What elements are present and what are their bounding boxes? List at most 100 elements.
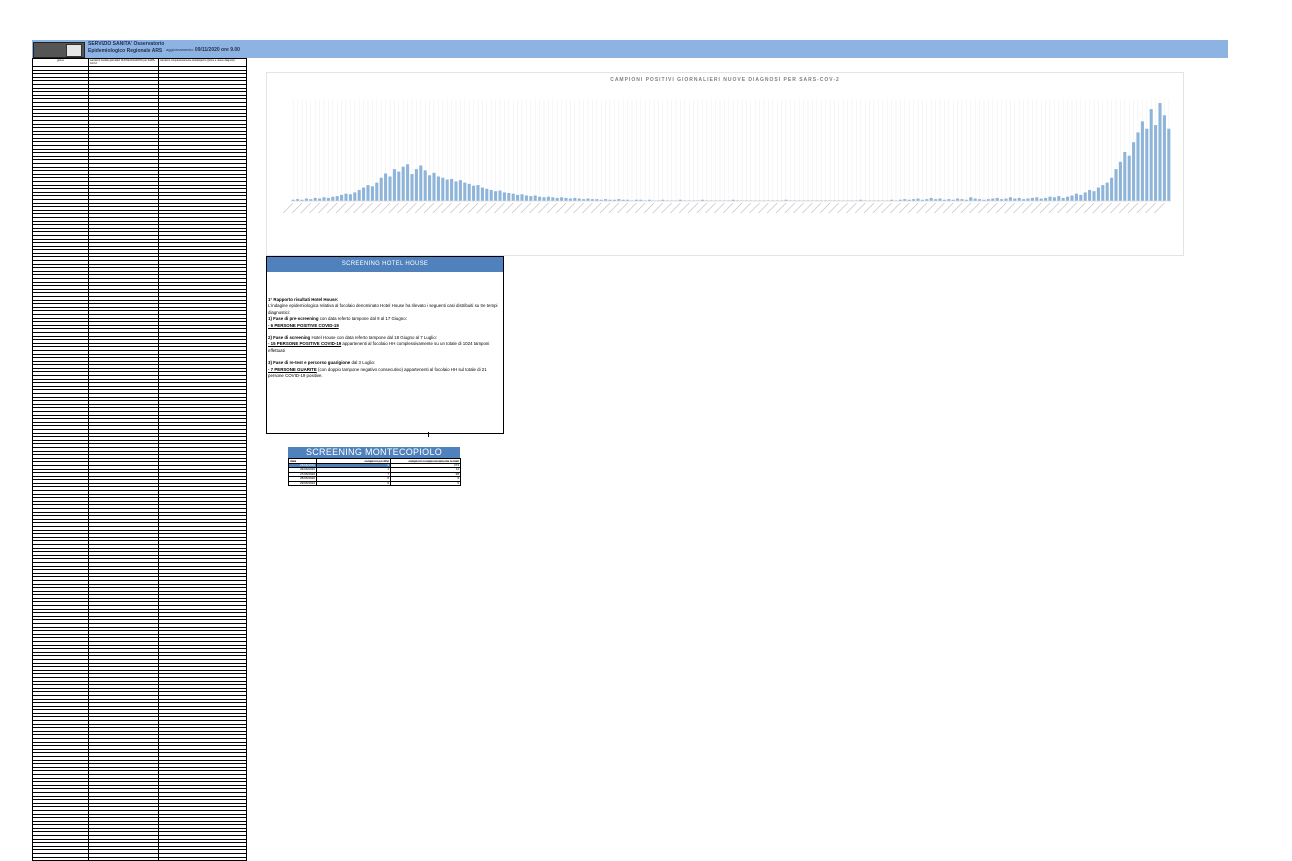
chart-bar [489,189,493,201]
chart-bar [929,197,933,201]
x-tick-label [573,202,584,214]
x-tick-label [1110,202,1121,214]
chart-bar [335,196,339,201]
x-tick-label [802,202,813,214]
chart-bar [414,169,418,201]
chart-bar [1035,197,1039,201]
phase-2-label: 2) Fase di screening [268,335,311,341]
chart-bar [445,179,449,201]
x-tick-label [1154,202,1165,214]
chart-bar [1149,109,1153,202]
x-tick-label [837,202,848,214]
chart-bar [542,197,546,201]
chart-bar [1052,197,1056,201]
chart-bar [436,176,440,201]
x-tick-label [370,202,382,214]
chart-bar [476,185,480,202]
chart-bar [520,194,524,201]
daily-table-header: giorno campioni risultati giornalieri NU… [32,58,247,67]
chart-bar [392,169,396,201]
montecopiolo-header: SCREENING MONTECOPIOLO [288,447,460,458]
hotel-house-report: 1° Rapporto risultati Hotel House: L'ind… [268,297,500,379]
chart-bar [529,196,533,201]
x-tick-label [326,202,338,214]
x-tick-label [1013,202,1024,214]
chart-bar [419,165,423,201]
chart-bar [1110,177,1114,201]
x-tick-label [318,202,329,214]
x-tick-label [1022,202,1033,214]
chart-bar [555,197,559,201]
chart-panel: CAMPIONI POSITIVI GIORNALIERI NUOVE DIAG… [266,72,1184,256]
x-tick-label [705,202,716,214]
chart-bar [1101,185,1105,202]
x-tick-label [1066,202,1077,214]
x-tick-label [863,202,875,214]
x-tick-label [749,202,760,214]
chart-bar [485,188,489,201]
chart-bar [388,176,392,201]
chart-bar [1145,128,1149,201]
x-tick-label [1039,202,1051,214]
col-date-header: giorno [32,58,89,67]
x-tick-label [687,202,699,214]
chart-bar [546,196,550,201]
chart-bar [573,197,577,201]
x-tick-label [309,202,320,214]
hotel-house-header: SCREENING HOTEL HOUSE [267,257,503,272]
x-tick-label [766,202,778,214]
x-tick-label [907,202,919,214]
x-tick-label [661,202,672,214]
chart-bar [564,197,568,201]
chart-bar [1008,197,1012,201]
report-title: 1° Rapporto risultati Hotel House: [268,297,339,302]
chart-bar [1154,125,1158,201]
chart-bar [384,173,388,201]
x-tick-label [890,202,901,214]
chart-bar [450,178,454,201]
mt-cell-tested: 5 [390,480,461,487]
chart-bar [1079,194,1083,202]
chart-bar [502,192,506,201]
x-tick-label [406,202,417,214]
phase-3-label: 3) Fase di re-test e percorso guarigione [268,360,351,366]
chart-bar [326,197,330,201]
x-tick-label [986,202,998,214]
x-tick-label [494,202,505,214]
daily-positive-chart [282,99,1171,214]
chart-bar [463,182,467,202]
chart-bar [401,166,405,201]
update-label: aggiornamento: [166,47,194,52]
x-tick-label [1030,202,1042,214]
chart-bar [362,187,366,202]
ars-logo [33,42,85,58]
x-tick-label [476,202,488,214]
chart-bar [1066,196,1070,201]
chart-bar [480,187,484,202]
phase-1-label: 1) Fase di pre-screening [268,316,319,322]
x-tick-label [872,202,884,214]
x-tick-label [1048,202,1060,214]
x-tick-label [881,202,892,214]
x-tick-label [846,202,857,214]
chart-bar [1123,152,1127,201]
chart-bar [1017,197,1021,201]
chart-bar [516,194,520,202]
x-tick-label [934,202,945,214]
chart-bar [375,182,379,202]
chart-bar [1096,187,1100,202]
chart-bar [551,197,555,201]
phase-1-result: - 6 PERSONE POSITIVE COVID-19 [268,322,339,328]
chart-bar [538,196,542,201]
table-row [32,856,247,861]
chart-bar [458,180,462,201]
x-tick-label [1004,202,1016,214]
x-tick-label [582,202,593,214]
chart-bar [344,193,348,201]
x-tick-label [758,202,769,214]
chart-bar [348,194,352,201]
chart-bar [1083,192,1087,201]
phase-2-result: - 15 PERSONE POSITIVE COVID-19 [268,341,342,347]
chart-bar [406,164,410,201]
mt-cell-positive: 0 [316,480,391,487]
